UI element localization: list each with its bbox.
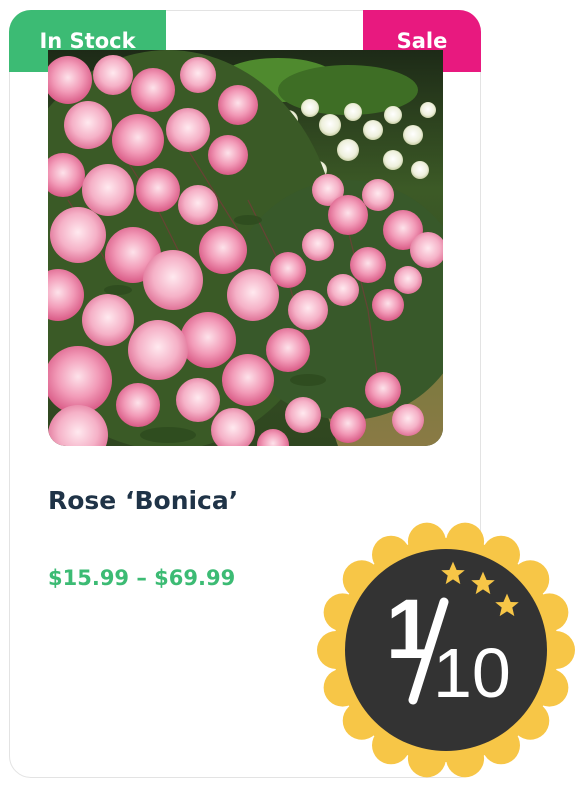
product-title[interactable]: Rose ‘Bonica’ bbox=[48, 486, 238, 515]
rating-badge-icon: 1 10 bbox=[317, 522, 575, 778]
price-range: $15.99 – $69.99 bbox=[48, 566, 236, 590]
product-image[interactable] bbox=[48, 50, 443, 446]
rating-denominator: 10 bbox=[433, 634, 511, 712]
rating-seal: 1 10 bbox=[316, 520, 576, 780]
rose-bush-photo-icon bbox=[48, 50, 443, 446]
